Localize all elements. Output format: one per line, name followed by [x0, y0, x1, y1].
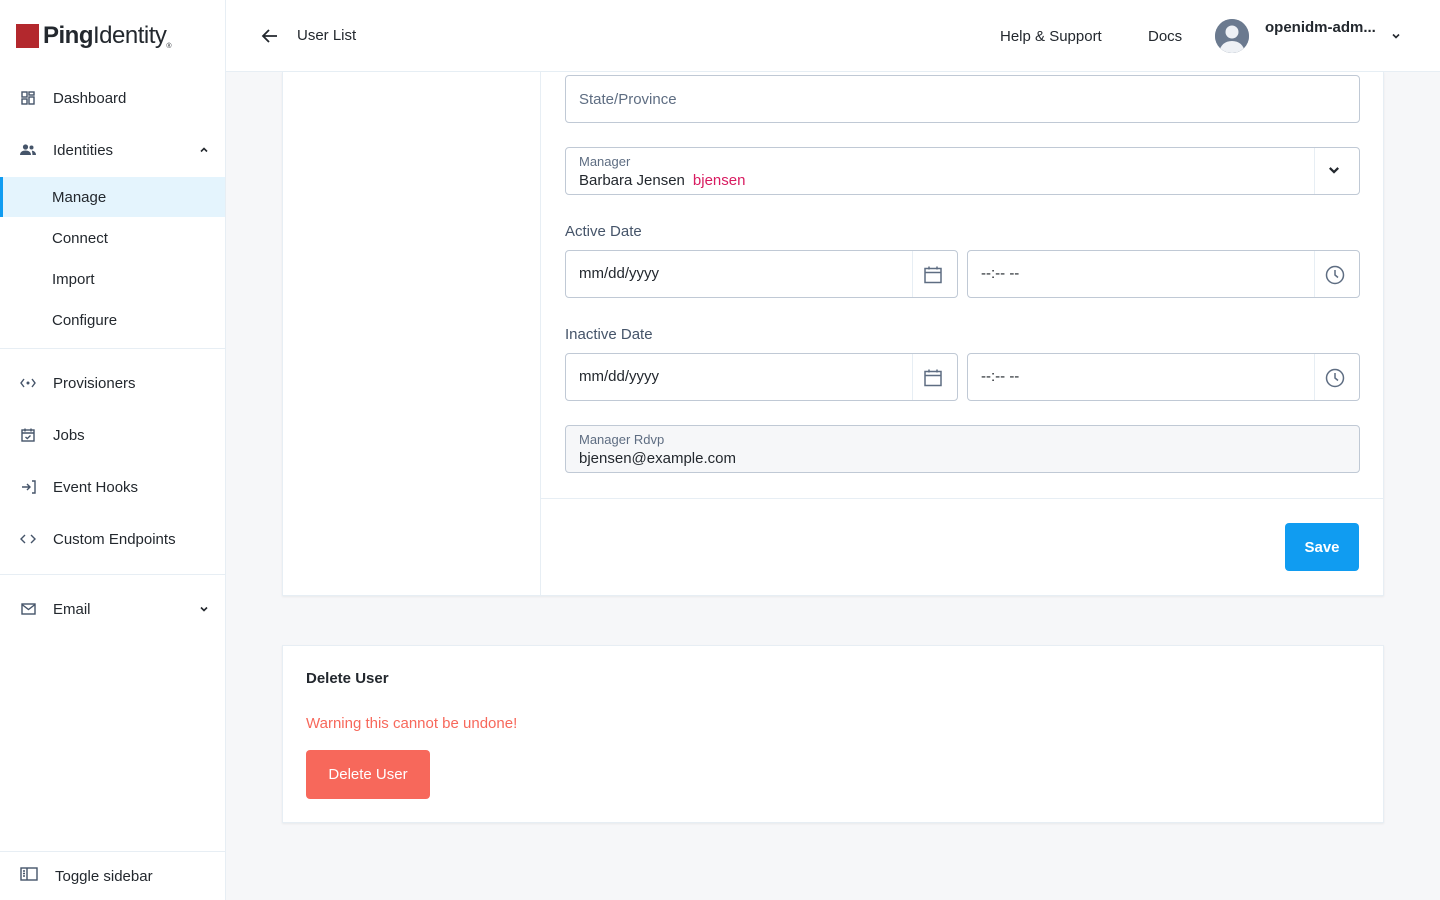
delete-warning: Warning this cannot be undone!	[306, 715, 518, 732]
chevron-down-icon	[200, 606, 208, 612]
inactive-date-label: Inactive Date	[565, 326, 653, 343]
sidebar-item-label: Jobs	[53, 426, 85, 444]
code-dots-icon	[20, 375, 36, 391]
manager-rdvp-field: Manager Rdvp bjensen@example.com	[565, 425, 1360, 473]
sidebar-item-jobs[interactable]: Jobs	[0, 415, 225, 455]
ping-identity-logo[interactable]: PingIdentity®	[16, 21, 172, 51]
calendar-icon[interactable]	[923, 265, 943, 285]
input-separator	[912, 251, 913, 297]
state-province-input[interactable]: State/Province	[565, 75, 1360, 123]
toggle-sidebar-button[interactable]: Toggle sidebar	[0, 851, 225, 900]
manager-select[interactable]: Manager Barbara Jensen bjensen	[565, 147, 1360, 195]
sidebar-item-configure[interactable]: Configure	[0, 300, 225, 340]
sidebar-item-provisioners[interactable]: Provisioners	[0, 363, 225, 403]
manager-username: bjensen	[692, 172, 746, 189]
user-details-card: State/Province Manager Barbara Jensen bje…	[282, 72, 1384, 596]
delete-user-title: Delete User	[306, 670, 389, 687]
people-icon	[20, 142, 36, 158]
chevron-down-icon[interactable]	[1391, 31, 1401, 41]
sidebar-item-label: Dashboard	[53, 89, 127, 107]
manager-label: Manager	[579, 154, 631, 169]
code-icon	[20, 531, 36, 547]
active-time-input[interactable]: --:-- --	[967, 250, 1360, 298]
calendar-icon[interactable]	[923, 368, 943, 388]
input-separator	[1314, 251, 1315, 297]
sidebar-item-manage[interactable]: Manage	[0, 177, 225, 217]
manager-rdvp-label: Manager Rdvp	[579, 432, 665, 447]
sidebar-item-connect[interactable]: Connect	[0, 218, 225, 258]
sidebar-item-label: Event Hooks	[53, 478, 139, 496]
active-date-input[interactable]: mm/dd/yyyy	[565, 250, 958, 298]
sidebar-divider	[0, 348, 225, 349]
user-menu-name[interactable]: openidm-adm...	[1265, 19, 1376, 36]
chevron-up-icon	[200, 147, 208, 153]
card-divider-horizontal	[541, 498, 1384, 499]
manager-rdvp-value: bjensen@example.com	[579, 450, 736, 467]
inactive-time-input[interactable]: --:-- --	[967, 353, 1360, 401]
logo-mark-icon	[16, 24, 39, 48]
toggle-sidebar-label: Toggle sidebar	[55, 867, 153, 885]
sidebar-item-label: Identities	[53, 141, 114, 159]
clock-icon[interactable]	[1325, 368, 1345, 388]
state-province-placeholder: State/Province	[579, 91, 677, 108]
chevron-down-icon	[1329, 167, 1339, 174]
top-bar: User List Help & Support Docs openidm-ad…	[226, 0, 1440, 72]
input-separator	[1314, 354, 1315, 400]
select-separator	[1314, 148, 1315, 194]
sidebar-item-label: Provisioners	[53, 374, 136, 392]
help-support-link[interactable]: Help & Support	[1000, 28, 1102, 45]
dashboard-icon	[20, 90, 36, 106]
inactive-date-value: mm/dd/yyyy	[579, 368, 660, 385]
manager-name: Barbara Jensen	[579, 172, 685, 189]
delete-user-button[interactable]: Delete User	[306, 750, 430, 799]
sidebar-item-label: Email	[53, 600, 91, 618]
sidebar-item-email[interactable]: Email	[0, 589, 225, 629]
delete-user-card: Delete User Warning this cannot be undon…	[282, 645, 1384, 823]
login-arrow-icon	[20, 479, 36, 495]
inactive-time-value: --:-- --	[981, 368, 1020, 385]
breadcrumb-user-list[interactable]: User List	[297, 27, 356, 44]
sidebar: PingIdentity® Dashboard Identities Manag…	[0, 0, 226, 900]
input-separator	[912, 354, 913, 400]
back-arrow-icon[interactable]	[260, 26, 280, 46]
card-divider-vertical	[540, 72, 541, 595]
calendar-check-icon	[20, 427, 36, 443]
active-time-value: --:-- --	[981, 265, 1020, 282]
sidebar-item-custom-endpoints[interactable]: Custom Endpoints	[0, 519, 225, 559]
sidebar-item-import[interactable]: Import	[0, 259, 225, 299]
sidebar-item-identities[interactable]: Identities	[0, 130, 225, 170]
sidebar-item-label: Custom Endpoints	[53, 530, 176, 548]
inactive-date-input[interactable]: mm/dd/yyyy	[565, 353, 958, 401]
save-button[interactable]: Save	[1285, 523, 1359, 571]
docs-link[interactable]: Docs	[1148, 28, 1182, 45]
sidebar-item-dashboard[interactable]: Dashboard	[0, 78, 225, 118]
clock-icon[interactable]	[1325, 265, 1345, 285]
sidebar-divider	[0, 574, 225, 575]
avatar[interactable]	[1215, 19, 1249, 53]
sidebar-item-event-hooks[interactable]: Event Hooks	[0, 467, 225, 507]
mail-icon	[20, 601, 36, 617]
active-date-label: Active Date	[565, 223, 642, 240]
sidebar-toggle-icon	[20, 867, 38, 885]
active-date-value: mm/dd/yyyy	[579, 265, 660, 282]
